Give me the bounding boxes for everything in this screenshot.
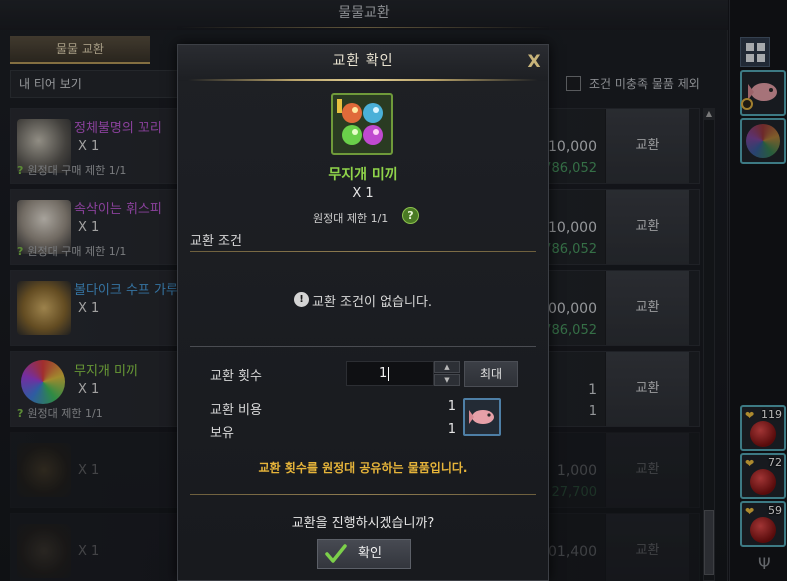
cost-value: 1 bbox=[447, 399, 456, 414]
dialog-title: 교환 확인 bbox=[332, 53, 394, 69]
section-divider bbox=[190, 346, 536, 347]
item-name: 무지개 미끼 bbox=[328, 167, 398, 183]
exchange-count-input[interactable]: 1 bbox=[346, 361, 434, 386]
exchange-confirm-dialog: 교환 확인 X 무지개 미끼 X 1 원정대 제한 1/1 ? 교환 조건 ! … bbox=[177, 44, 549, 581]
max-button[interactable]: 최대 bbox=[464, 361, 518, 387]
confirm-question: 교환을 진행하시겠습니까? bbox=[291, 516, 435, 531]
section-title-condition: 교환 조건 bbox=[190, 234, 242, 249]
info-icon: ! bbox=[294, 292, 309, 307]
rainbow-bait-icon bbox=[331, 93, 393, 155]
item-limit: 원정대 제한 1/1 bbox=[313, 212, 389, 225]
count-increase-icon[interactable]: ▲ bbox=[434, 361, 460, 373]
cost-label: 교환 비용 bbox=[210, 403, 262, 418]
help-icon[interactable]: ? bbox=[402, 207, 419, 224]
section-divider bbox=[190, 251, 536, 252]
confirm-button[interactable]: 확인 bbox=[317, 539, 411, 569]
section-divider bbox=[190, 494, 536, 495]
no-condition-text: 교환 조건이 없습니다. bbox=[312, 295, 433, 310]
shared-count-notice: 교환 횟수를 원정대 공유하는 물품입니다. bbox=[258, 461, 468, 475]
owned-value: 1 bbox=[447, 422, 456, 437]
check-icon bbox=[325, 544, 347, 563]
title-divider bbox=[188, 79, 538, 81]
count-decrease-icon[interactable]: ▼ bbox=[434, 374, 460, 386]
owned-label: 보유 bbox=[210, 426, 234, 441]
count-label: 교환 횟수 bbox=[210, 369, 262, 384]
item-qty: X 1 bbox=[352, 186, 374, 201]
fish-icon bbox=[463, 398, 501, 436]
close-icon[interactable]: X bbox=[524, 51, 544, 73]
